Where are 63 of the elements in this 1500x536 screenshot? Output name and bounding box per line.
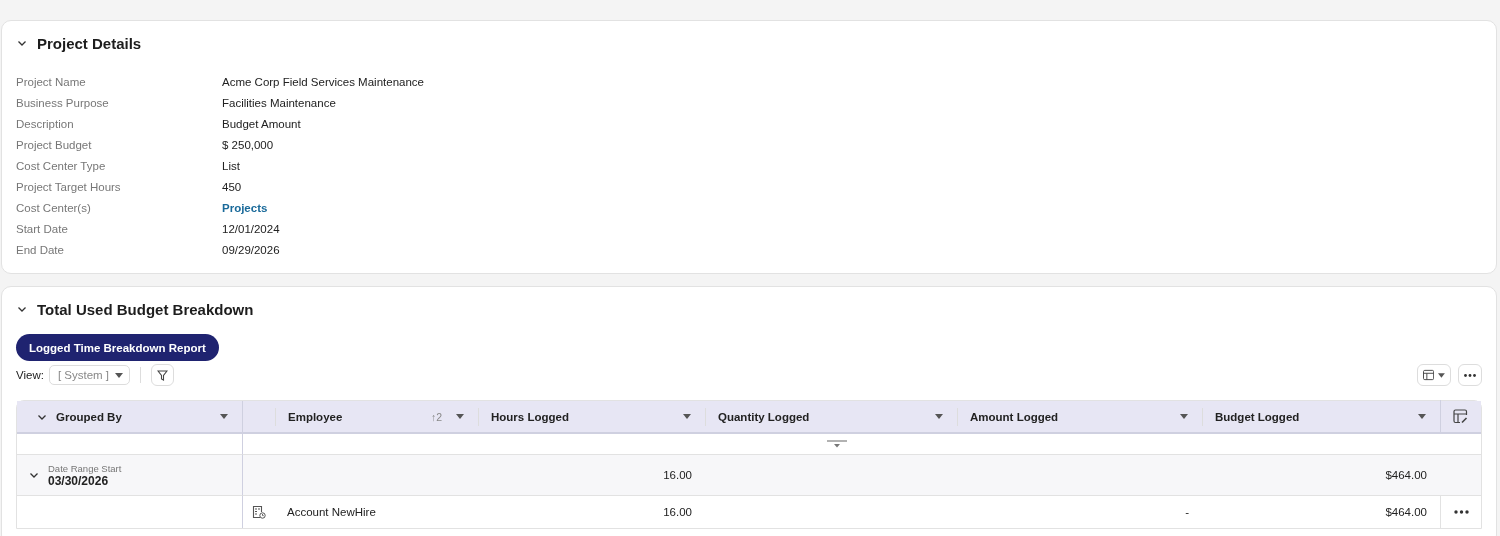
column-label: Grouped By: [56, 410, 122, 423]
field-value: 450: [222, 181, 242, 193]
caret-icon: [1418, 414, 1426, 419]
table-cell-text: 16.00: [662, 505, 693, 520]
column-label: Quantity Logged: [718, 410, 810, 423]
field-value: Budget Amount: [222, 118, 301, 130]
filter-button[interactable]: [151, 364, 175, 386]
group-row-cell: $464.00: [1202, 455, 1440, 496]
filter-row-toggle-icon[interactable]: [826, 440, 847, 448]
column-label: Employee: [288, 410, 343, 423]
group-row-cell: 16.00: [478, 455, 705, 496]
caret-icon: [220, 414, 228, 419]
more-button[interactable]: [1458, 364, 1482, 386]
caret-icon: [1438, 372, 1445, 378]
caret-icon: [935, 414, 943, 419]
layout-dropdown[interactable]: [1417, 364, 1451, 386]
table-cell-text: $464.00: [1384, 505, 1428, 520]
field-label: Project Budget: [16, 138, 93, 153]
field-value: List: [222, 160, 240, 172]
field-value: 12/01/2024: [222, 223, 280, 235]
view-dropdown[interactable]: [ System ]: [48, 365, 131, 385]
column-label: Amount Logged: [970, 410, 1059, 423]
field-value: 09/29/2026: [222, 244, 280, 256]
filter-icon: [157, 369, 169, 381]
field-link[interactable]: Projects: [222, 202, 268, 214]
column-menu-icon[interactable]: [456, 414, 464, 419]
column-menu-icon[interactable]: [1180, 414, 1188, 419]
timesheet-icon[interactable]: [252, 505, 266, 519]
table-cell-text: Account NewHire: [286, 505, 377, 520]
caret-icon: [683, 414, 691, 419]
field-label: Description: [16, 117, 75, 132]
column-menu-icon[interactable]: [683, 414, 691, 419]
sort-indicator: ↑2: [430, 410, 442, 423]
group-value: 03/30/2026: [48, 475, 110, 488]
section-title: Total Used Budget Breakdown: [37, 300, 254, 318]
caret-icon: [1180, 414, 1188, 419]
field-label: Start Date: [16, 222, 69, 237]
row-menu-icon[interactable]: [1453, 510, 1469, 514]
field-value: $ 250,000: [222, 139, 274, 151]
group-toggle-icon[interactable]: [29, 470, 39, 480]
field-label: Project Name: [16, 75, 87, 90]
caret-icon: [456, 414, 464, 419]
view-label: View:: [16, 369, 44, 381]
field-value: Facilities Maintenance: [222, 97, 336, 109]
column-menu-icon[interactable]: [220, 414, 228, 419]
field-label: End Date: [16, 243, 65, 258]
field-value: Acme Corp Field Services Maintenance: [222, 76, 424, 88]
report-button[interactable]: Logged Time Breakdown Report: [16, 334, 219, 361]
field-label: Cost Center(s): [16, 201, 92, 216]
column-menu-icon[interactable]: [935, 414, 943, 419]
field-label: Business Purpose: [16, 96, 110, 111]
table-icon: [1423, 369, 1435, 381]
column-menu-icon[interactable]: [1418, 414, 1426, 419]
table-cell-text: -: [1184, 505, 1190, 520]
field-label: Cost Center Type: [16, 159, 107, 174]
field-label: Project Target Hours: [16, 180, 122, 195]
caret-icon: [115, 372, 124, 378]
column-label: Hours Logged: [491, 410, 569, 423]
column-settings-icon[interactable]: [1453, 409, 1468, 424]
group-caption: Date Range Start: [48, 462, 122, 475]
more-icon: [1464, 373, 1476, 377]
section-title: Project Details: [37, 34, 142, 52]
column-label: Budget Logged: [1215, 410, 1300, 423]
